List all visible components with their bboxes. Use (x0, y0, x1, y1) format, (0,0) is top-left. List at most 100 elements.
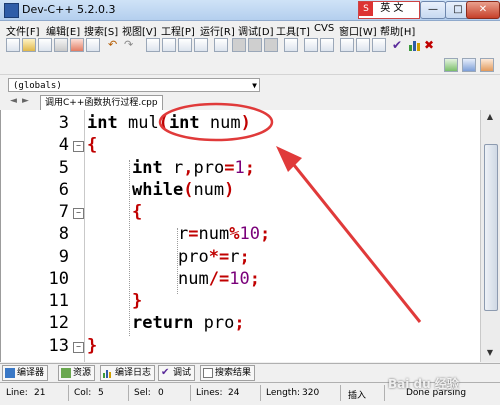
status-col-label: Col: (74, 388, 92, 398)
status-separator (128, 385, 129, 401)
editor-tab-bar: ◄ ► 调用C++函数执行过程.cpp (0, 94, 500, 111)
scroll-up-icon[interactable]: ▲ (484, 112, 496, 124)
save-icon[interactable] (38, 38, 52, 52)
close-file-icon[interactable] (70, 38, 84, 52)
menu-window[interactable]: 窗口[W] (339, 23, 377, 38)
line-number: 10 (48, 269, 69, 289)
toggle-bookmark-icon[interactable] (320, 38, 334, 52)
compile-run-icon[interactable] (480, 58, 494, 72)
compile-icon[interactable] (444, 58, 458, 72)
project-options-icon[interactable] (284, 38, 298, 52)
line-number: 8 (58, 224, 69, 244)
menu-tools[interactable]: 工具[T] (276, 23, 310, 38)
code-number: 1 (234, 158, 245, 178)
check-icon[interactable]: ✔ (392, 38, 406, 52)
code-identifier: pro (178, 247, 209, 267)
secondary-toolbar (0, 56, 500, 74)
scroll-down-icon[interactable]: ▼ (484, 348, 496, 360)
code-editor[interactable]: 3 4 5 6 7 8 9 10 11 12 13 − − − int mul(… (0, 110, 481, 362)
tab-compiler[interactable]: 编译器 (2, 365, 49, 381)
new-file-icon[interactable] (6, 38, 20, 52)
project-add-icon[interactable] (248, 38, 262, 52)
indent-icon[interactable] (214, 38, 228, 52)
project-remove-icon[interactable] (264, 38, 278, 52)
tab-resources-label: 资源 (73, 368, 92, 378)
line-number: 12 (48, 313, 69, 333)
code-brace: } (87, 336, 98, 356)
tab-compile-log[interactable]: 编译日志 (100, 365, 156, 381)
app-icon (4, 3, 19, 18)
line-number: 4 (58, 135, 69, 155)
line-number: 11 (48, 291, 69, 311)
replace-icon[interactable] (162, 38, 176, 52)
code-operator: * (208, 247, 219, 267)
scope-combo[interactable]: (globals) ▼ (8, 78, 260, 92)
minimize-button[interactable]: — (420, 1, 446, 19)
open-file-icon[interactable] (22, 38, 36, 52)
code-area[interactable]: 3 4 5 6 7 8 9 10 11 12 13 − − − int mul(… (1, 110, 481, 362)
view-split-icon[interactable] (356, 38, 370, 52)
save-all-icon[interactable] (54, 38, 68, 52)
view-grid-icon[interactable] (340, 38, 354, 52)
class-browser-icon[interactable] (304, 38, 318, 52)
print-icon[interactable] (86, 38, 100, 52)
fold-toggle-icon[interactable]: − (73, 141, 84, 152)
code-operator: ; (234, 313, 245, 333)
undo-icon[interactable]: ↶ (108, 38, 122, 52)
scrollbar-thumb[interactable] (484, 144, 498, 311)
close-button[interactable]: ✕ (466, 1, 500, 19)
menu-search[interactable]: 搜索[S] (84, 23, 118, 38)
delete-icon[interactable]: ✖ (424, 38, 438, 52)
goto-line-icon[interactable] (194, 38, 208, 52)
line-number: 9 (58, 247, 69, 267)
view-list-icon[interactable] (372, 38, 386, 52)
compile-log-icon (103, 368, 113, 378)
code-line: } (132, 291, 142, 311)
menu-debug[interactable]: 调试[D] (238, 23, 274, 38)
tab-next-icon[interactable]: ► (22, 96, 29, 106)
code-identifier: r (229, 247, 240, 267)
fold-toggle-icon[interactable]: − (73, 342, 84, 353)
code-brace: { (132, 202, 143, 222)
fold-toggle-icon[interactable]: − (73, 208, 84, 219)
vertical-scrollbar[interactable]: ▲ ▼ (480, 110, 500, 362)
menu-view[interactable]: 视图[V] (122, 23, 157, 38)
tab-debug[interactable]: ✔ 调试 (158, 365, 196, 381)
ime-mode-label: 英 文 (380, 3, 404, 14)
menu-edit[interactable]: 编辑[E] (46, 23, 80, 38)
status-separator (384, 385, 385, 401)
tab-prev-icon[interactable]: ◄ (10, 96, 17, 106)
menu-cvs[interactable]: CVS (314, 23, 334, 34)
code-operator: ) (224, 180, 235, 200)
indent-guide (129, 160, 130, 336)
find-next-icon[interactable] (178, 38, 192, 52)
line-number: 7 (58, 202, 69, 222)
line-number: 5 (58, 158, 69, 178)
code-operator: = (224, 158, 235, 178)
find-icon[interactable] (146, 38, 160, 52)
menu-file[interactable]: 文件[F] (6, 23, 40, 38)
menu-project[interactable]: 工程[P] (161, 23, 195, 38)
menu-help[interactable]: 帮助[H] (380, 23, 415, 38)
run-icon[interactable] (462, 58, 476, 72)
status-separator (190, 385, 191, 401)
resource-icon (61, 368, 71, 378)
ime-indicator[interactable]: S 英 文 (358, 1, 420, 19)
tab-resources[interactable]: 资源 (58, 365, 96, 381)
tab-file[interactable]: 调用C++函数执行过程.cpp (40, 95, 163, 110)
code-identifier: pro (203, 313, 235, 333)
code-operator: = (218, 247, 230, 267)
code-operator: ; (244, 158, 255, 178)
code-identifier: num (178, 269, 209, 289)
status-separator (68, 385, 69, 401)
redo-icon[interactable]: ↷ (124, 38, 138, 52)
project-new-icon[interactable] (232, 38, 246, 52)
status-separator (340, 385, 341, 401)
tab-search-results[interactable]: 搜索结果 (200, 365, 256, 381)
tab-compiler-label: 编译器 (17, 368, 45, 378)
menu-run[interactable]: 运行[R] (200, 23, 235, 38)
status-line-label: Line: (6, 388, 28, 398)
chart-icon[interactable] (408, 38, 422, 52)
status-line-value: 21 (34, 388, 46, 398)
